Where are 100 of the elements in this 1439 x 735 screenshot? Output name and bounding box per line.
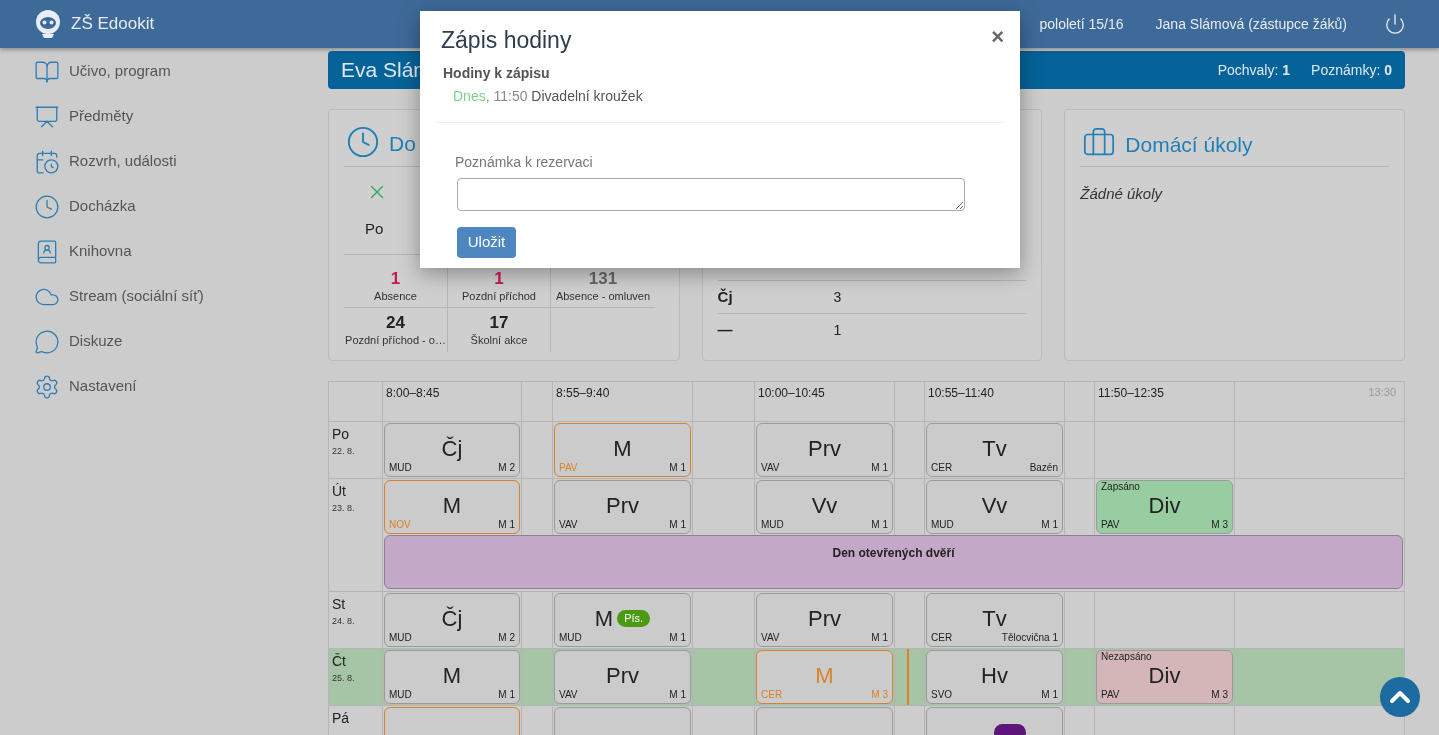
subject-label: M <box>442 492 462 519</box>
lesson-card[interactable]: Čj MUD M 2 <box>384 593 520 647</box>
time-slot-label: 11:50–12:35 <box>1098 385 1164 402</box>
sidebar-item[interactable]: Nastavení <box>0 364 328 409</box>
section-title: Hodiny k zápisu <box>443 63 551 83</box>
subject-label: Tv <box>982 605 1007 632</box>
lesson-card[interactable]: Tv CER Tělocvična 1 <box>926 593 1063 647</box>
lesson-card[interactable]: M NOV M 1 <box>384 480 520 534</box>
time-slot-label: 10:00–10:45 <box>758 385 825 402</box>
teacher-code: MUD <box>761 519 784 532</box>
subject-label: Prv <box>808 605 841 632</box>
sidebar-item[interactable]: Diskuze <box>0 319 328 364</box>
praise-count: Pochvaly: 1 <box>1217 60 1291 80</box>
teacher-code: VAV <box>559 519 578 532</box>
lesson-card[interactable]: Hv SVO M 1 <box>926 650 1063 704</box>
subject-label: Prv <box>808 435 841 462</box>
lesson-card[interactable]: Zapsáno Div PAV M 3 <box>1096 480 1233 534</box>
room-label: M 2 <box>498 632 515 645</box>
lesson-card[interactable]: Vv MUD M 1 <box>926 480 1063 534</box>
subject-label: Prv <box>606 662 639 689</box>
lesson-card[interactable]: Nezapsáno Div PAV M 3 <box>1096 650 1233 704</box>
term-label[interactable]: pololetí 15/16 <box>1039 13 1124 35</box>
room-label: M 1 <box>871 462 888 475</box>
sidebar-item[interactable]: Stream (sociální síť) <box>0 274 328 319</box>
teacher-code: VAV <box>559 689 578 702</box>
teacher-code: PAV <box>1101 519 1120 532</box>
card-title: Domácí úkoly <box>1125 131 1253 158</box>
clock-icon <box>346 125 380 159</box>
sidebar-item[interactable]: Rozvrh, události <box>0 139 328 184</box>
stat-label: Pozdní příchod <box>462 288 536 303</box>
teacher-code: MUD <box>559 632 582 645</box>
day-date: 23. 8. <box>332 502 356 515</box>
scroll-top-button[interactable] <box>1380 677 1420 717</box>
teacher-code: MUD <box>389 632 412 645</box>
teacher-code: MUD <box>931 519 954 532</box>
room-label: M 1 <box>498 689 515 702</box>
stat-value: 1 <box>390 268 401 289</box>
room-label: M 1 <box>498 519 515 532</box>
lesson-card[interactable]: M MUD M 1 <box>384 650 520 704</box>
school-name[interactable]: ZŠ Edookit <box>71 11 155 37</box>
notes-count: Poznámky: 0 <box>1311 60 1392 80</box>
lesson-card[interactable]: Čj MUD M 2 <box>384 423 520 477</box>
stat-value: 131 <box>588 268 618 289</box>
subject-label: M <box>442 662 462 689</box>
subject-label: — <box>717 319 734 340</box>
sidebar-item[interactable]: Učivo, program <box>0 49 328 94</box>
subject-label: Div <box>1148 492 1181 519</box>
teacher-code: MUD <box>389 689 412 702</box>
day-name: Po <box>332 426 351 443</box>
room-label: M 1 <box>871 519 888 532</box>
subject-label: M <box>815 662 834 689</box>
day-name: Út <box>332 483 347 500</box>
field-label: Poznámka k rezervaci <box>455 152 594 172</box>
sidebar-item[interactable]: Docházka <box>0 184 328 229</box>
subject-label: Div <box>1148 662 1181 689</box>
enrollment-status: Nezapsáno <box>1101 651 1152 662</box>
room-label: M 1 <box>1041 689 1058 702</box>
room-label: M 1 <box>669 462 686 475</box>
time-slot-label: 8:55–9:40 <box>556 385 610 402</box>
room-label: M 1 <box>1041 519 1058 532</box>
lesson-card[interactable]: Prv VAV M 1 <box>554 480 691 534</box>
event-bar[interactable]: Den otevřených dvěří <box>384 535 1403 589</box>
day-date: 22. 8. <box>332 445 356 458</box>
empty-message: Žádné úkoly <box>1080 184 1164 204</box>
subject-label: Čj <box>717 286 734 307</box>
room-label: Tělocvična 1 <box>1001 632 1058 645</box>
room-label: M 2 <box>498 462 515 475</box>
sidebar-item[interactable]: Knihovna <box>0 229 328 274</box>
lesson-card[interactable]: Prv VAV M 1 <box>756 423 893 477</box>
room-label: Bazén <box>1029 462 1058 475</box>
lesson-card[interactable]: Prv VAV M 1 <box>554 650 691 704</box>
teacher-code: VAV <box>761 462 780 475</box>
sidebar-item[interactable]: Předměty <box>0 94 328 139</box>
teacher-code: CER <box>931 632 953 645</box>
close-button[interactable]: × <box>991 25 1004 49</box>
time-slot-label: 8:00–8:45 <box>386 385 440 402</box>
room-label: M 1 <box>669 689 686 702</box>
note-field[interactable] <box>457 177 965 211</box>
lesson-card[interactable]: M PAV M 1 <box>554 423 691 477</box>
lesson-entry: Dnes, 11:50 Divadelní kroužek <box>453 86 644 106</box>
lesson-card[interactable]: M Pís. MUD M 1 <box>554 593 691 647</box>
subject-label: Čj <box>441 605 463 632</box>
lesson-card[interactable]: Tv CER Bazén <box>926 423 1063 477</box>
day-label: Po <box>365 219 384 239</box>
enrollment-status: Zapsáno <box>1101 481 1140 492</box>
save-button[interactable]: Uložit <box>457 226 516 258</box>
lesson-card[interactable]: Vv MUD M 1 <box>756 480 893 534</box>
day-date: 24. 8. <box>332 615 356 628</box>
room-label: M 3 <box>1211 689 1228 702</box>
calendar-clock-icon <box>34 148 60 175</box>
power-icon[interactable] <box>1384 13 1406 35</box>
subject-label: Vv <box>981 492 1008 519</box>
lesson-card[interactable]: Prv VAV M 1 <box>756 593 893 647</box>
room-label: M 1 <box>669 519 686 532</box>
room-label: M 1 <box>669 632 686 645</box>
subject-label: M <box>613 435 632 462</box>
user-name[interactable]: Jana Slámová (zástupce žáků) <box>1155 13 1347 35</box>
stat-value: 1 <box>494 268 504 289</box>
day-date: 25. 8. <box>332 672 356 685</box>
teacher-code: SVO <box>931 689 953 702</box>
